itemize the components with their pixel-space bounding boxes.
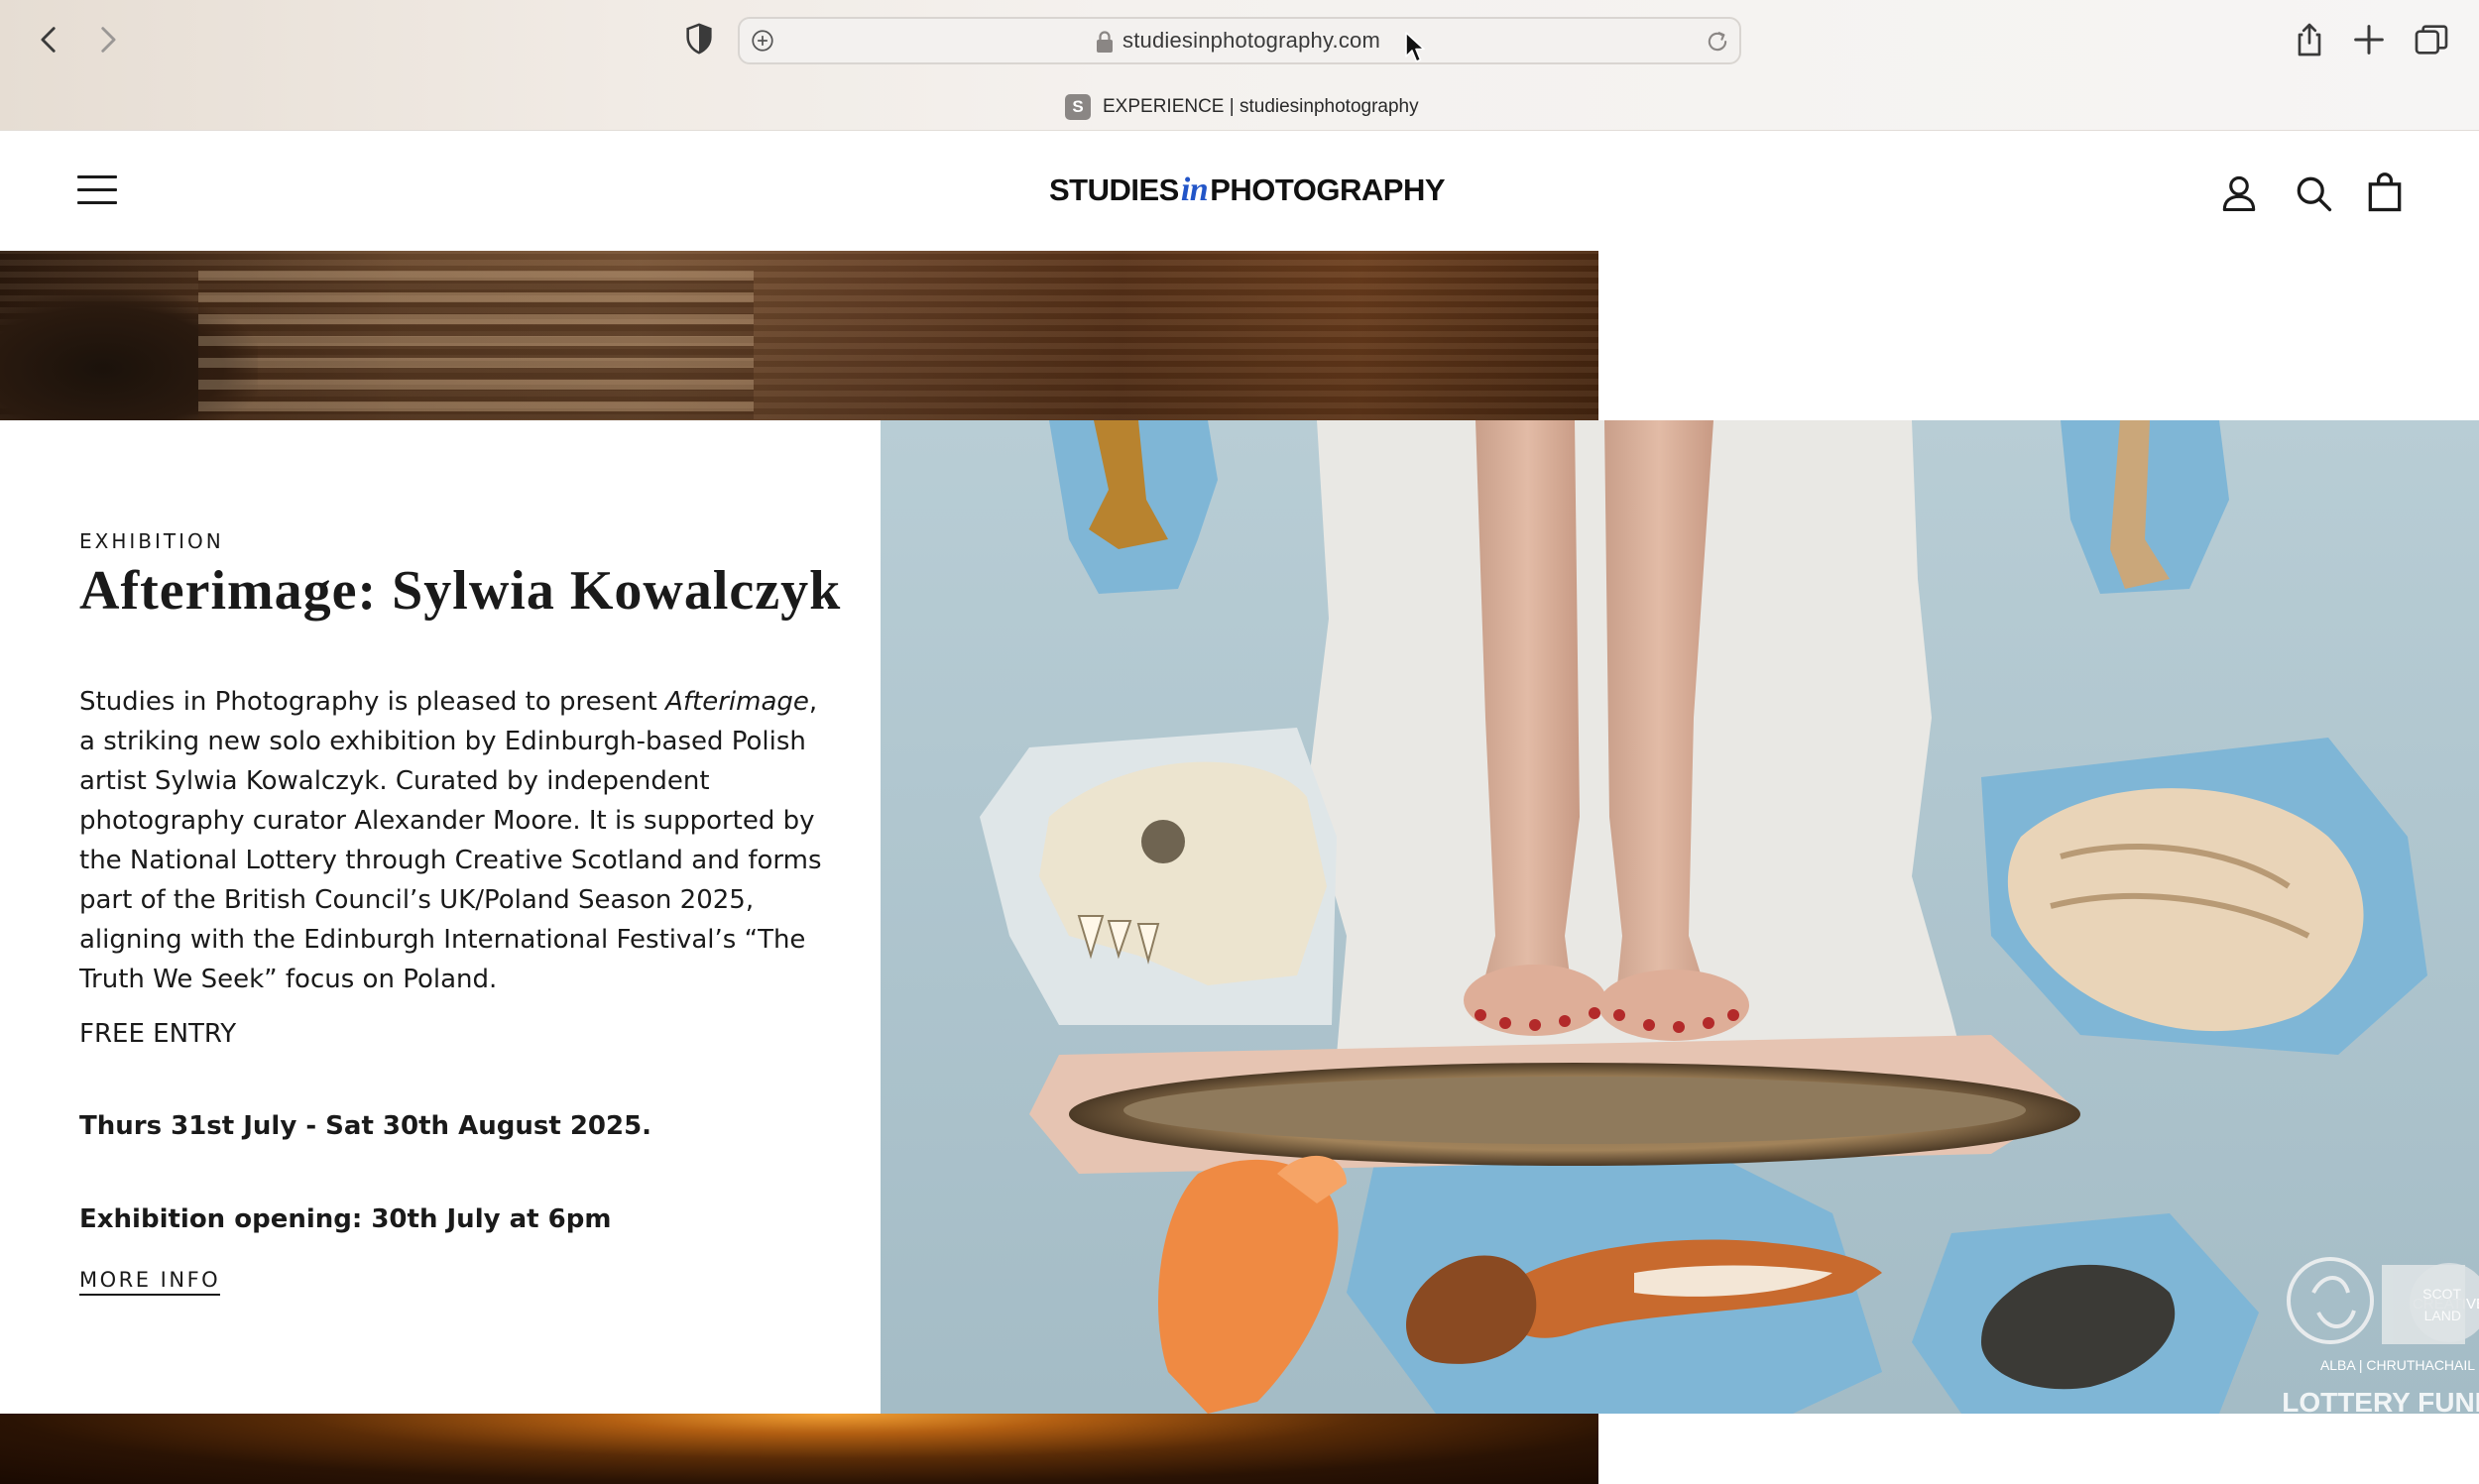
new-tab-icon[interactable]	[2349, 20, 2389, 59]
lock-icon	[1097, 31, 1113, 53]
share-icon[interactable]	[2290, 20, 2329, 59]
forward-button[interactable]	[85, 18, 129, 61]
cart-icon[interactable]	[2363, 171, 2407, 215]
logo-in: in	[1180, 171, 1209, 208]
account-icon[interactable]	[2217, 171, 2261, 215]
url-text: studiesinphotography.com	[1122, 28, 1380, 53]
logo-photography: PHOTOGRAPHY	[1210, 172, 1446, 207]
lottery-text: LOTTERY FUNDED	[2282, 1387, 2479, 1414]
site-header: STUDIES in PHOTOGRAPHY	[0, 132, 2479, 251]
tab-overview-icon[interactable]	[2412, 20, 2451, 59]
exhibition-opening: Exhibition opening: 30th July at 6pm	[79, 1204, 612, 1234]
browser-toolbar: studiesinphotography.com S EXPERIENCE | …	[0, 0, 2479, 131]
privacy-shield-icon[interactable]	[682, 22, 716, 56]
site-favicon: S	[1065, 94, 1091, 120]
exhibition-title: Afterimage: Sylwia Kowalczyk	[79, 560, 842, 622]
address-bar[interactable]: studiesinphotography.com	[738, 17, 1741, 64]
more-info-link[interactable]: MORE INFO	[79, 1268, 221, 1296]
exhibition-info: EXHIBITION Afterimage: Sylwia Kowalczyk …	[0, 420, 881, 1414]
exhibition-dates: Thurs 31st July - Sat 30th August 2025.	[79, 1111, 652, 1141]
exhibition-description: Studies in Photography is pleased to pre…	[79, 687, 822, 994]
add-page-icon[interactable]	[750, 28, 775, 54]
site-logo[interactable]: STUDIES in PHOTOGRAPHY	[1049, 171, 1446, 215]
search-icon[interactable]	[2292, 171, 2335, 215]
exhibition-category: EXHIBITION	[79, 529, 224, 553]
menu-icon[interactable]	[77, 175, 117, 207]
tab-title: EXPERIENCE | studiesinphotography	[1103, 96, 1419, 117]
free-entry-label: FREE ENTRY	[79, 1019, 237, 1049]
collage-artwork: CREATIVE ALBA | CHRUTHACHAIL LOTTERY FUN…	[881, 420, 2479, 1414]
next-exhibition-image[interactable]	[0, 1414, 1598, 1484]
forward-icon	[101, 27, 116, 53]
back-icon	[41, 27, 56, 53]
alba-text: ALBA | CHRUTHACHAIL	[2320, 1357, 2475, 1373]
logo-studies: STUDIES	[1049, 172, 1179, 207]
mouse-pointer-icon	[1405, 32, 1425, 62]
scotland-logo: SCOT LAND	[2382, 1265, 2465, 1344]
previous-exhibition-image[interactable]	[0, 251, 1598, 420]
reload-icon[interactable]	[1704, 28, 1731, 56]
tab-active[interactable]: S EXPERIENCE | studiesinphotography	[1065, 91, 1419, 123]
exhibition-hero-image[interactable]: CREATIVE ALBA | CHRUTHACHAIL LOTTERY FUN…	[881, 420, 2479, 1414]
scotland-logo-text: SCOT LAND	[2422, 1286, 2461, 1323]
back-button[interactable]	[28, 18, 71, 61]
